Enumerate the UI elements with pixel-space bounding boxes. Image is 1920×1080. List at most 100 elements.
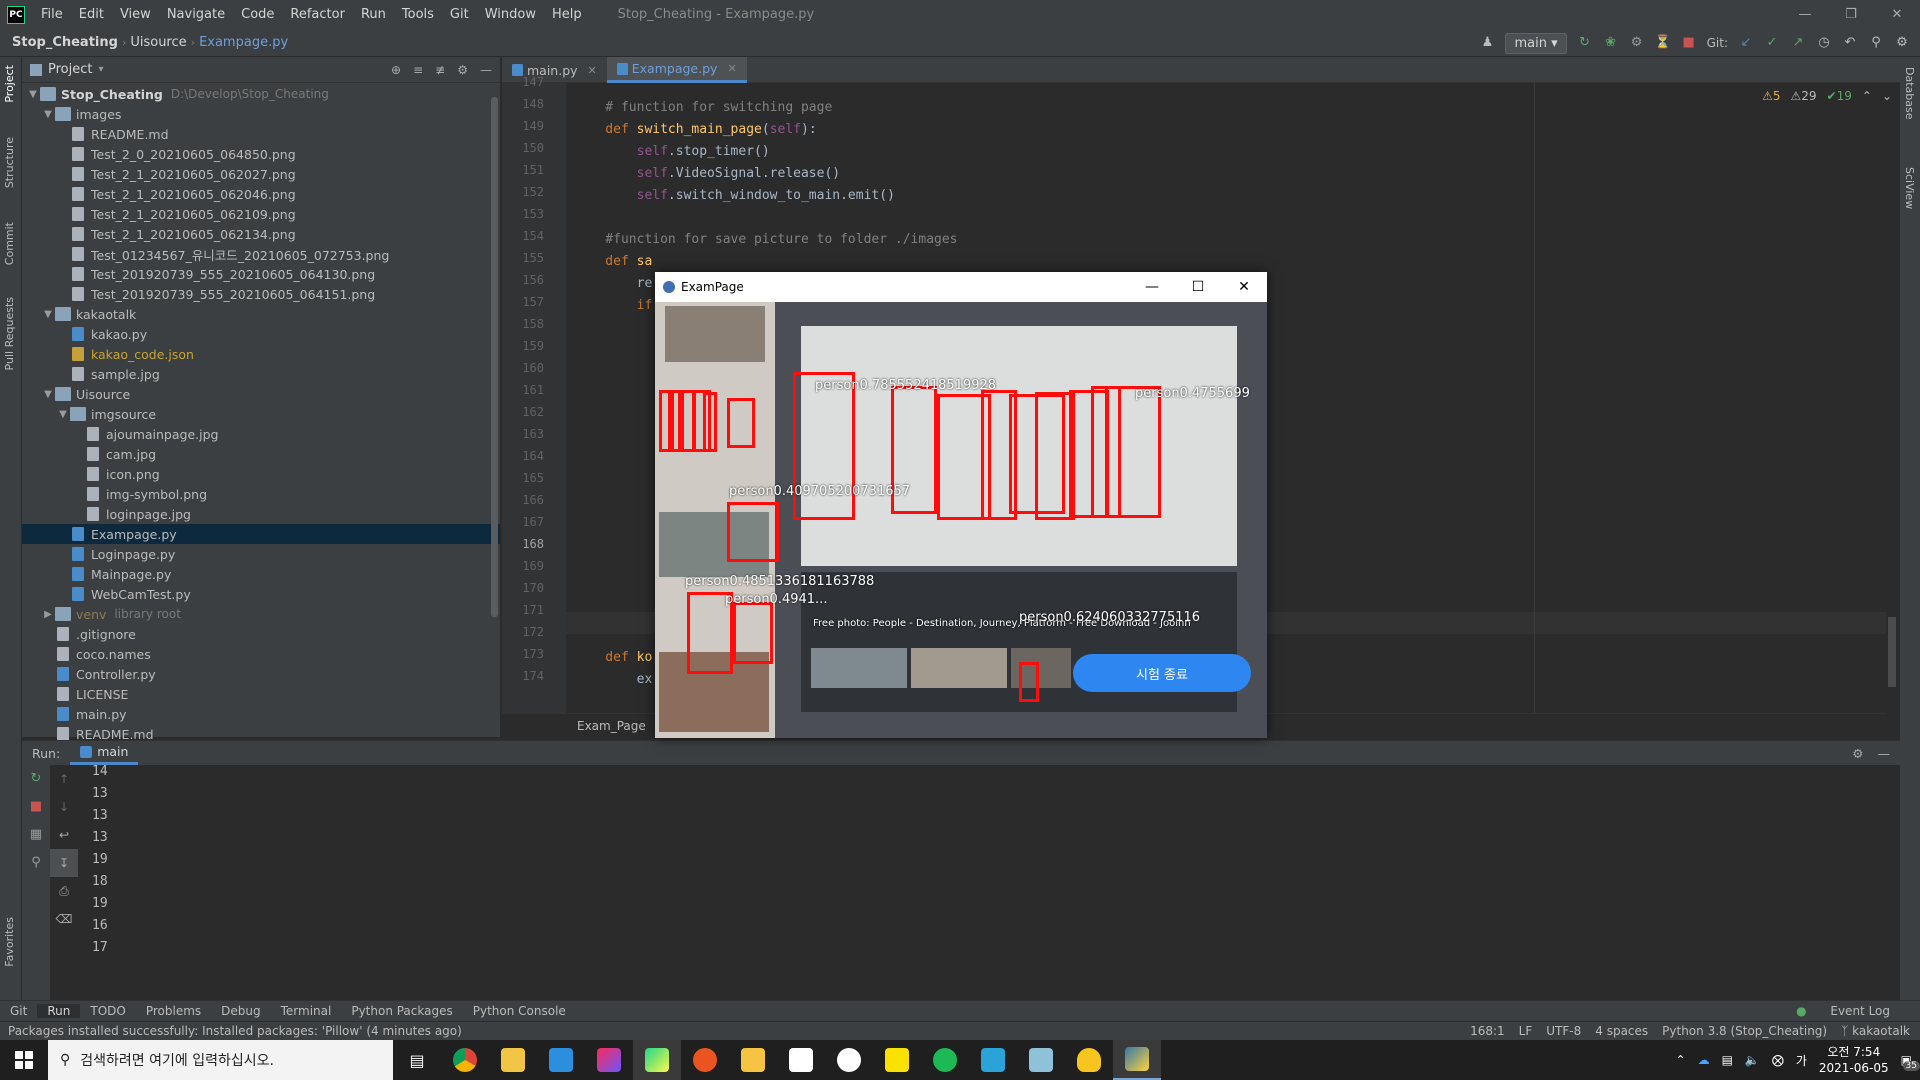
tree-item[interactable]: main.py [22,704,500,724]
file-encoding[interactable]: UTF-8 [1546,1024,1581,1038]
tool-tab-python-console[interactable]: Python Console [463,1004,576,1018]
arrow-down-icon[interactable]: ↓ [50,793,78,821]
close-icon[interactable]: ✕ [727,62,736,75]
line-separator[interactable]: LF [1519,1024,1533,1038]
linux-penguin-icon[interactable] [1065,1040,1113,1080]
rollback-icon[interactable]: ↶ [1842,35,1858,51]
tree-item[interactable]: ▼ imgsource [22,404,500,424]
volume-icon[interactable]: 🔈 [1745,1053,1760,1067]
git-branch[interactable]: ᛉ kakaotalk [1841,1024,1910,1038]
tree-item[interactable]: icon.png [22,464,500,484]
menu-refactor[interactable]: Refactor [282,7,353,22]
user-icon[interactable]: ♟ [1479,35,1495,51]
tool-tab-terminal[interactable]: Terminal [271,1004,342,1018]
notification-icon[interactable]: ▣ 35 [1901,1053,1920,1071]
tree-item[interactable]: ajoumainpage.jpg [22,424,500,444]
clock[interactable]: 오전 7:54 2021-06-05 [1819,1044,1889,1076]
tree-item[interactable]: ▼ kakaotalk [22,304,500,324]
tree-item[interactable]: .gitignore [22,624,500,644]
tree-item[interactable]: Test_201920739_555_20210605_064130.png [22,264,500,284]
tree-item[interactable]: Test_2_1_20210605_062046.png [22,184,500,204]
tree-root[interactable]: ▼ Stop_Cheating D:\Develop\Stop_Cheating [22,84,500,104]
tree-item[interactable]: img-symbol.png [22,484,500,504]
exam-window-titlebar[interactable]: ExamPage — ☐ ✕ [655,272,1267,302]
pin-icon[interactable]: ⚲ [22,849,50,877]
notepad-icon[interactable] [1017,1040,1065,1080]
intellij-icon[interactable] [585,1040,633,1080]
coverage-icon[interactable]: ⚙ [1629,35,1645,51]
chevron-up-icon[interactable]: ⌃ [1676,1053,1686,1067]
soft-wrap-icon[interactable]: ↩ [50,821,78,849]
tree-item[interactable]: ▶ venv library root [22,604,500,624]
tree-item[interactable]: ▼ images [22,104,500,124]
tool-tab-debug[interactable]: Debug [211,1004,270,1018]
event-log[interactable]: ● Event Log [1776,1004,1910,1018]
tree-item[interactable]: Mainpage.py [22,564,500,584]
menu-code[interactable]: Code [233,7,282,22]
tree-item[interactable]: coco.names [22,644,500,664]
database-tool-tab[interactable]: Database [1903,67,1916,120]
profile-icon[interactable]: ⏳ [1655,35,1671,51]
breadcrumb-project[interactable]: Stop_Cheating [0,35,122,50]
settings-gear-icon[interactable]: ⚙ [1894,35,1910,51]
kakaotalk-icon[interactable] [873,1040,921,1080]
sticky-app-icon[interactable] [729,1040,777,1080]
project-panel-title[interactable]: Project [48,62,92,77]
restore-icon[interactable]: ❐ [1828,0,1874,29]
print-icon[interactable]: ⎙ [50,877,78,905]
tree-item[interactable]: kakao_code.json [22,344,500,364]
commit-tool-tab[interactable]: Commit [3,222,16,265]
rerun-icon[interactable]: ↻ [22,765,50,793]
tree-item[interactable]: Test_2_1_20210605_062027.png [22,164,500,184]
pycharm-taskbar-icon[interactable] [633,1040,681,1080]
locate-icon[interactable]: ⊕ [391,63,401,77]
tool-tab-python-packages[interactable]: Python Packages [341,1004,462,1018]
tree-item[interactable]: Test_201920739_555_20210605_064151.png [22,284,500,304]
inspection-widget[interactable]: ⚠5 ⚠29 ✔19 ⌃ ⌄ [1762,89,1892,103]
task-view-icon[interactable]: ▤ [393,1040,441,1080]
chevron-down-icon[interactable]: ▼ [41,389,55,400]
chevron-up-icon[interactable]: ⌃ [1862,89,1872,103]
ubuntu-icon[interactable] [681,1040,729,1080]
trash-icon[interactable]: ⌫ [50,905,78,933]
file-explorer-icon[interactable] [489,1040,537,1080]
git-update-icon[interactable]: ↙ [1738,35,1754,51]
tree-item[interactable]: Loginpage.py [22,544,500,564]
sciview-tool-tab[interactable]: SciView [1903,167,1916,209]
ime-icon[interactable]: 가 [1796,1052,1807,1069]
wordpad-icon[interactable] [825,1040,873,1080]
chevron-down-icon[interactable]: ▾ [98,64,103,75]
run-config-select[interactable]: main ▾ [1505,32,1567,54]
windows-start-icon[interactable] [0,1040,48,1080]
project-scrollbar[interactable] [491,97,498,617]
run-icon[interactable]: ↻ [1577,35,1593,51]
tree-item[interactable]: sample.jpg [22,364,500,384]
close-icon[interactable]: ✕ [1874,0,1920,29]
gear-icon[interactable]: ⚙ [457,63,468,77]
menu-run[interactable]: Run [353,7,394,22]
menu-tools[interactable]: Tools [394,7,442,22]
tree-item[interactable]: loginpage.jpg [22,504,500,524]
menu-window[interactable]: Window [477,7,544,22]
stop-icon[interactable]: ■ [1681,35,1697,51]
network-icon[interactable]: ▤ [1722,1053,1733,1067]
end-exam-button[interactable]: 시험 종료 [1073,654,1251,692]
hide-icon[interactable]: — [1878,746,1891,761]
menu-edit[interactable]: Edit [71,7,112,22]
chevron-down-icon[interactable]: ▼ [41,309,55,320]
tree-item[interactable]: cam.jpg [22,444,500,464]
close-icon[interactable]: ✕ [588,64,597,77]
onedrive-icon[interactable]: ☁ [1698,1053,1710,1067]
indent-setting[interactable]: 4 spaces [1595,1024,1648,1038]
arrow-up-icon[interactable]: ↑ [50,765,78,793]
scroll-to-end-icon[interactable]: ↧ [50,849,78,877]
breadcrumb-folder[interactable]: Uisource [126,35,190,50]
tree-item[interactable]: Test_2_1_20210605_062109.png [22,204,500,224]
chevron-down-icon[interactable]: ⌄ [1882,89,1892,103]
tree-item[interactable]: Test_01234567_유니코드_20210605_072753.png [22,244,500,264]
menu-file[interactable]: File [33,7,71,22]
taskbar-search-input[interactable]: ⚲ 검색하려면 여기에 입력하십시오. [48,1040,393,1080]
tree-item[interactable]: README.md [22,124,500,144]
minimize-icon[interactable]: — [1129,272,1175,302]
tree-item[interactable]: kakao.py [22,324,500,344]
